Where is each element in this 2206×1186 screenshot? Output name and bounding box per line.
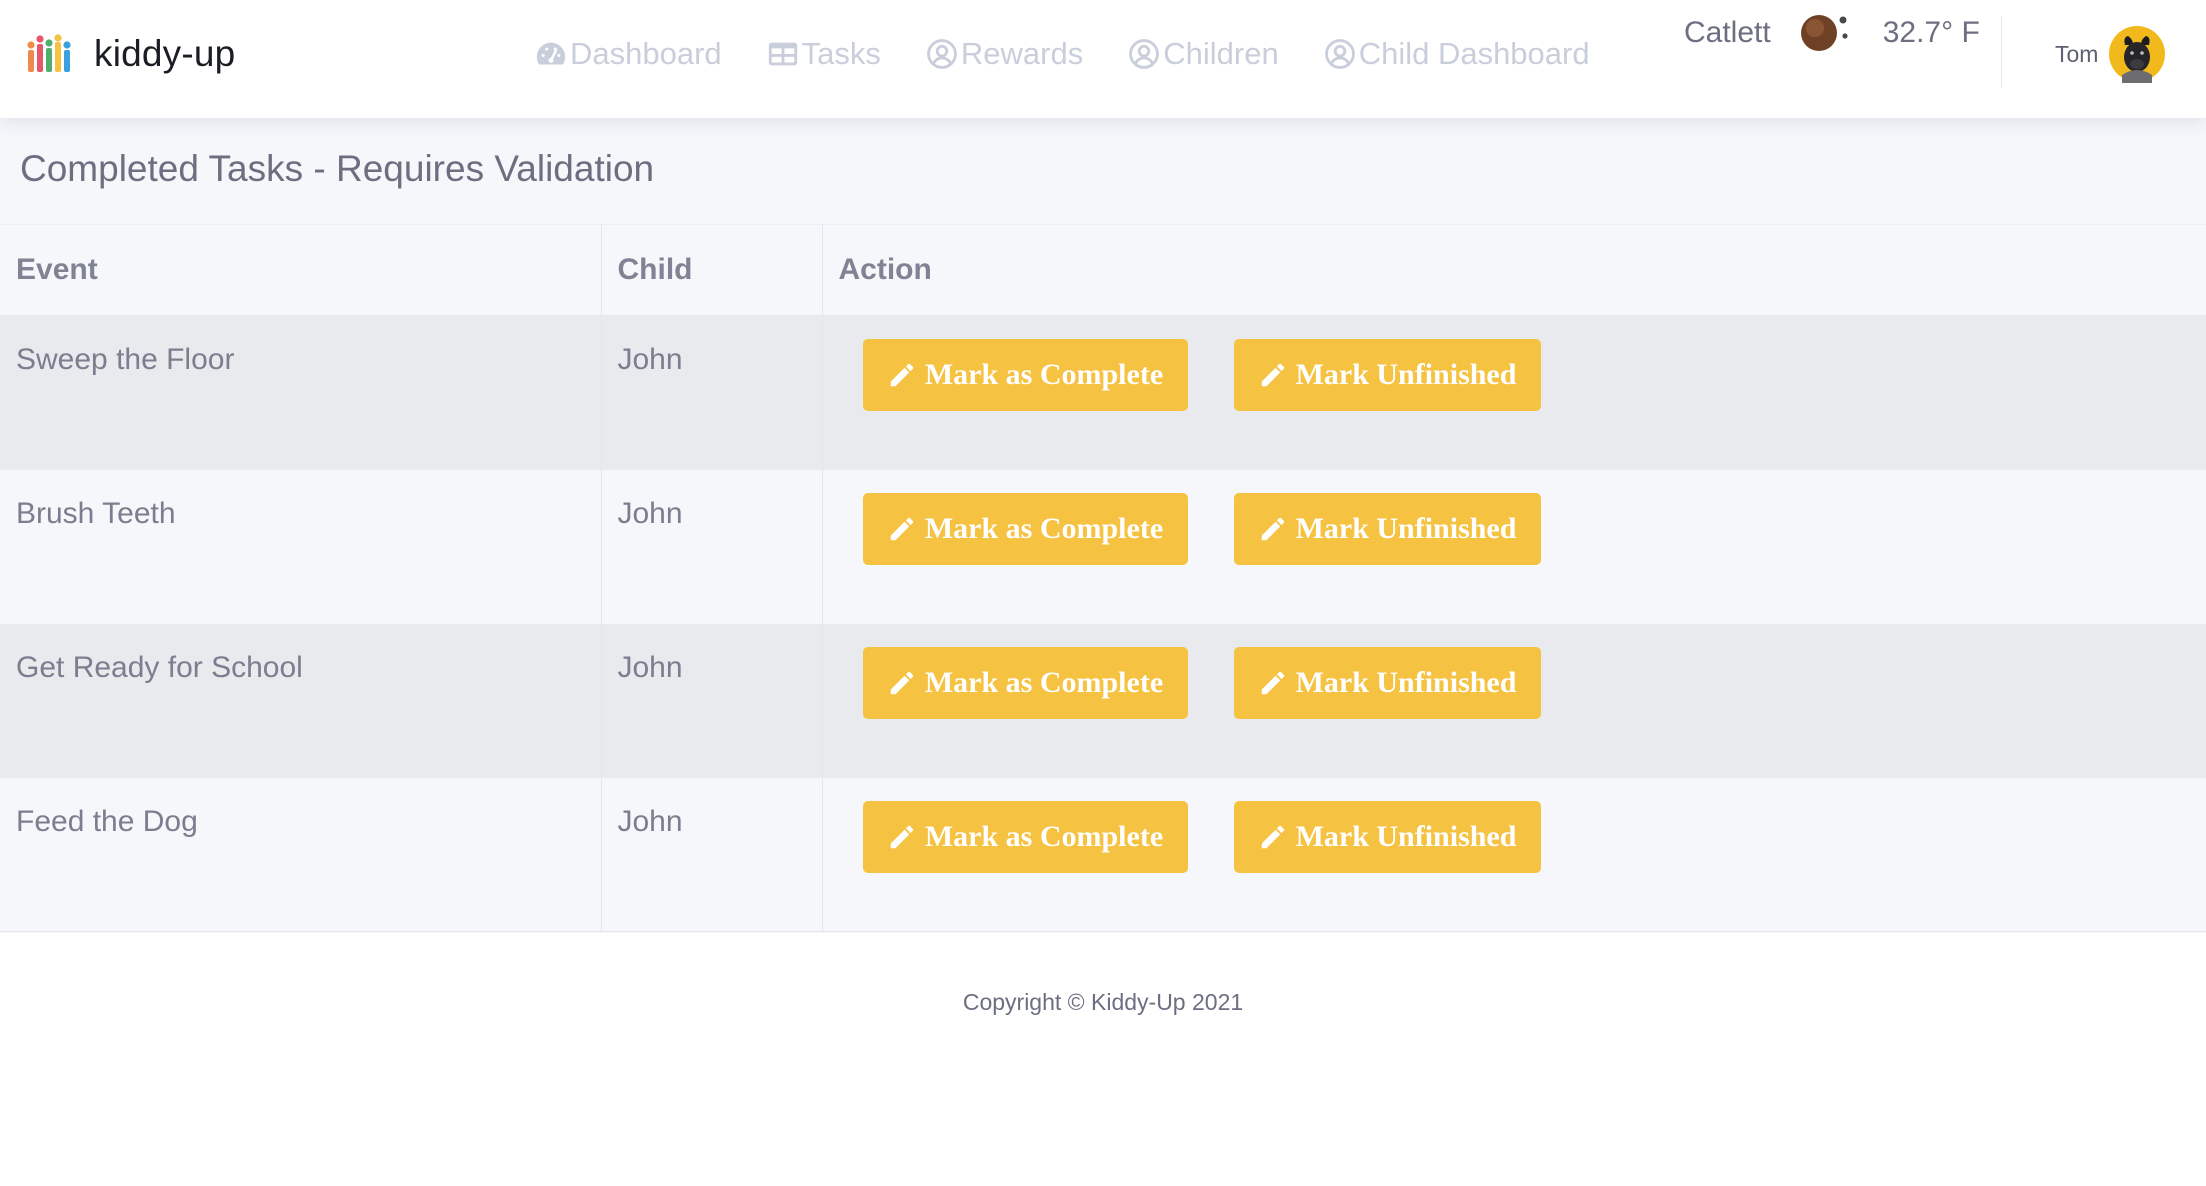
weather-temperature: 32.7° F	[1882, 16, 1980, 49]
brand-name[interactable]: kiddy-up	[94, 33, 235, 75]
nav-item-dashboard[interactable]: Dashboard	[534, 36, 722, 72]
column-header-action: Action	[822, 224, 2206, 316]
mark-as-complete-label: Mark as Complete	[924, 819, 1164, 853]
pencil-icon	[890, 825, 914, 848]
user-menu[interactable]: Tom	[2055, 25, 2166, 83]
pencil-icon	[890, 363, 914, 387]
main-content: Completed Tasks - Requires Validation Ev…	[0, 118, 2206, 933]
header-divider	[2001, 16, 2002, 88]
child-cell: John	[601, 777, 823, 932]
user-name[interactable]: Tom	[2055, 41, 2098, 68]
mark-unfinished-button[interactable]: Mark Unfinished	[1233, 800, 1541, 873]
mark-unfinished-button[interactable]: Mark Unfinished	[1233, 646, 1541, 719]
child-cell: John	[601, 315, 823, 470]
pencil-icon	[1261, 671, 1284, 694]
column-header-event: Event	[0, 224, 602, 316]
weather-widget: Catlett 32.7° F	[1684, 10, 1980, 56]
mark-as-complete-button[interactable]: Mark as Complete	[862, 800, 1188, 873]
table-row: Brush Teeth John Mark as Complete Mark U…	[0, 469, 2206, 624]
mark-unfinished-label: Mark Unfinished	[1295, 511, 1517, 545]
weather-icon	[1800, 15, 1848, 51]
nav-item-child-dashboard[interactable]: Child Dashboard	[1323, 36, 1590, 72]
event-cell: Feed the Dog	[0, 777, 602, 932]
child-cell: John	[601, 623, 823, 778]
user-circle-icon	[1129, 39, 1160, 69]
nav-label-children: Children	[1163, 36, 1279, 71]
event-cell: Get Ready for School	[0, 623, 602, 778]
table-header-row: Event Child Action	[0, 224, 2206, 316]
weather-location: Catlett	[1684, 16, 1771, 49]
page-title: Completed Tasks - Requires Validation	[20, 148, 655, 189]
mark-as-complete-button[interactable]: Mark as Complete	[862, 646, 1188, 719]
action-cell: Mark as Complete Mark Unfinished	[822, 624, 2206, 778]
mark-unfinished-label: Mark Unfinished	[1295, 358, 1517, 391]
pencil-icon	[890, 517, 914, 540]
nav-label-tasks: Tasks	[801, 36, 881, 71]
mark-as-complete-label: Mark as Complete	[924, 665, 1164, 699]
table-icon	[768, 42, 797, 66]
speedometer-icon	[536, 42, 566, 65]
mark-unfinished-label: Mark Unfinished	[1295, 819, 1517, 853]
mark-as-complete-label: Mark as Complete	[924, 511, 1164, 545]
mark-unfinished-button[interactable]: Mark Unfinished	[1233, 339, 1541, 411]
top-navbar: kiddy-up Dashboard Tasks Rewards Childre…	[0, 0, 2206, 118]
copyright-text: Copyright © Kiddy-Up 2021	[962, 989, 1244, 1015]
dog-avatar-icon[interactable]	[2108, 25, 2166, 83]
nav-item-children[interactable]: Children	[1127, 36, 1279, 72]
action-cell: Mark as Complete Mark Unfinished	[822, 316, 2206, 470]
mark-as-complete-button[interactable]: Mark as Complete	[862, 492, 1188, 565]
child-cell: John	[601, 469, 823, 624]
event-cell: Sweep the Floor	[0, 315, 602, 470]
mark-unfinished-button[interactable]: Mark Unfinished	[1233, 492, 1541, 565]
user-circle-icon	[927, 39, 957, 69]
action-cell: Mark as Complete Mark Unfinished	[822, 777, 2206, 932]
user-circle-icon	[1324, 39, 1355, 69]
table-row: Feed the Dog John Mark as Complete Mark …	[0, 777, 2206, 932]
kiddy-up-logo-icon	[27, 34, 71, 72]
pencil-icon	[1261, 517, 1284, 540]
pencil-icon	[890, 671, 914, 694]
table-row: Sweep the Floor John Mark as Complete Ma…	[0, 315, 2206, 470]
brand[interactable]: kiddy-up	[26, 30, 235, 78]
nav-label-rewards: Rewards	[960, 36, 1084, 71]
nav-item-tasks[interactable]: Tasks	[766, 36, 881, 72]
completed-tasks-table: Event Child Action Sweep the Floor John …	[0, 224, 2206, 932]
footer: Copyright © Kiddy-Up 2021	[0, 989, 2206, 1016]
nav-item-rewards[interactable]: Rewards	[925, 36, 1083, 72]
table-row: Get Ready for School John Mark as Comple…	[0, 623, 2206, 778]
main-nav: Dashboard Tasks Rewards Children Child D…	[534, 30, 1634, 78]
mark-unfinished-label: Mark Unfinished	[1295, 665, 1517, 699]
nav-label-child-dashboard: Child Dashboard	[1358, 36, 1590, 71]
nav-label-dashboard: Dashboard	[570, 36, 722, 71]
action-cell: Mark as Complete Mark Unfinished	[822, 470, 2206, 624]
mark-as-complete-button[interactable]: Mark as Complete	[862, 339, 1188, 411]
event-cell: Brush Teeth	[0, 469, 602, 624]
pencil-icon	[1261, 825, 1284, 848]
column-header-child: Child	[601, 224, 823, 316]
pencil-icon	[1261, 363, 1284, 387]
mark-as-complete-label: Mark as Complete	[924, 358, 1164, 391]
